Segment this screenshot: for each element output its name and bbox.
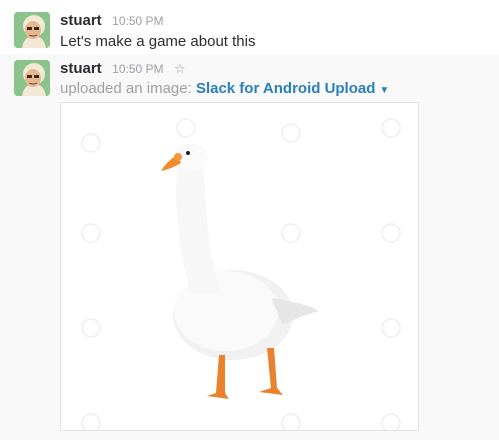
timestamp[interactable]: 10:50 PM	[112, 14, 163, 28]
file-title-link[interactable]: Slack for Android Upload	[196, 80, 375, 97]
avatar[interactable]	[14, 60, 50, 96]
message-2: stuart 10:50 PM ☆ uploaded an image: Sla…	[0, 54, 499, 440]
avatar[interactable]	[14, 12, 50, 48]
chevron-down-icon[interactable]: ▼	[379, 85, 389, 96]
message-header: stuart 10:50 PM ☆	[60, 60, 186, 78]
author-name[interactable]: stuart	[60, 60, 102, 77]
upload-action-text: uploaded an image:	[60, 80, 196, 97]
author-name[interactable]: stuart	[60, 12, 102, 29]
upload-meta: uploaded an image: Slack for Android Upl…	[60, 80, 389, 97]
uploaded-image[interactable]	[60, 102, 419, 431]
message-header: stuart 10:50 PM	[60, 12, 164, 30]
goose-image	[61, 103, 418, 430]
star-icon[interactable]: ☆	[174, 61, 186, 76]
avatar-portrait-icon	[14, 60, 50, 96]
timestamp[interactable]: 10:50 PM	[112, 62, 163, 76]
avatar-portrait-icon	[14, 12, 50, 48]
message-text: Let's make a game about this	[60, 33, 256, 50]
message-1: stuart 10:50 PM Let's make a game about …	[0, 0, 499, 54]
